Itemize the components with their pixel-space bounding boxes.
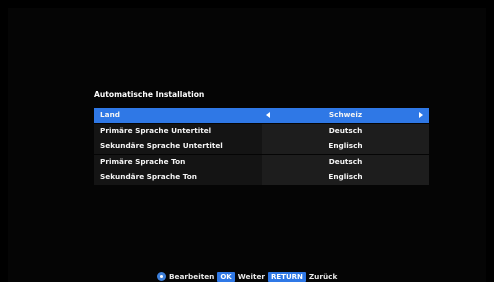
row-label: Land: [100, 110, 120, 119]
row-label: Sekundäre Sprache Untertitel: [100, 141, 223, 150]
menu-row-secondary-subtitle[interactable]: Sekundäre Sprache Untertitel Englisch: [94, 139, 429, 154]
menu-row-primary-subtitle[interactable]: Primäre Sprache Untertitel Deutsch: [94, 123, 429, 139]
row-value: Englisch: [328, 141, 363, 150]
value-selector[interactable]: Deutsch: [262, 123, 429, 139]
return-hint: Zurück: [308, 272, 338, 281]
row-value: Deutsch: [328, 156, 363, 166]
return-key[interactable]: RETURN: [268, 271, 306, 282]
value-selector[interactable]: Schweiz: [262, 108, 429, 123]
row-value: Schweiz: [328, 110, 363, 119]
menu-row-secondary-audio[interactable]: Sekundäre Sprache Ton Englisch: [94, 170, 429, 185]
tv-screen: Automatische Installation Land Schweiz P…: [0, 0, 494, 282]
menu-row-primary-audio[interactable]: Primäre Sprache Ton Deutsch: [94, 154, 429, 170]
row-label: Sekundäre Sprache Ton: [100, 172, 197, 181]
edit-hint: Bearbeiten: [169, 272, 215, 281]
value-selector[interactable]: Englisch: [262, 170, 429, 185]
ok-hint: Weiter: [237, 272, 265, 281]
dpad-icon: [157, 272, 166, 281]
row-value: Deutsch: [328, 125, 363, 135]
row-label: Primäre Sprache Ton: [100, 156, 186, 166]
arrow-right-icon[interactable]: [419, 112, 423, 118]
row-label: Primäre Sprache Untertitel: [100, 125, 212, 135]
value-selector[interactable]: Englisch: [262, 139, 429, 154]
footer-help-bar: Bearbeiten OK Weiter RETURN Zurück: [157, 271, 337, 282]
settings-menu: Land Schweiz Primäre Sprache Untertitel …: [94, 108, 429, 186]
menu-row-land[interactable]: Land Schweiz: [94, 108, 429, 123]
row-value: Englisch: [328, 172, 363, 181]
menu-title: Automatische Installation: [94, 90, 205, 99]
ok-key[interactable]: OK: [217, 271, 235, 282]
value-selector[interactable]: Deutsch: [262, 154, 429, 170]
